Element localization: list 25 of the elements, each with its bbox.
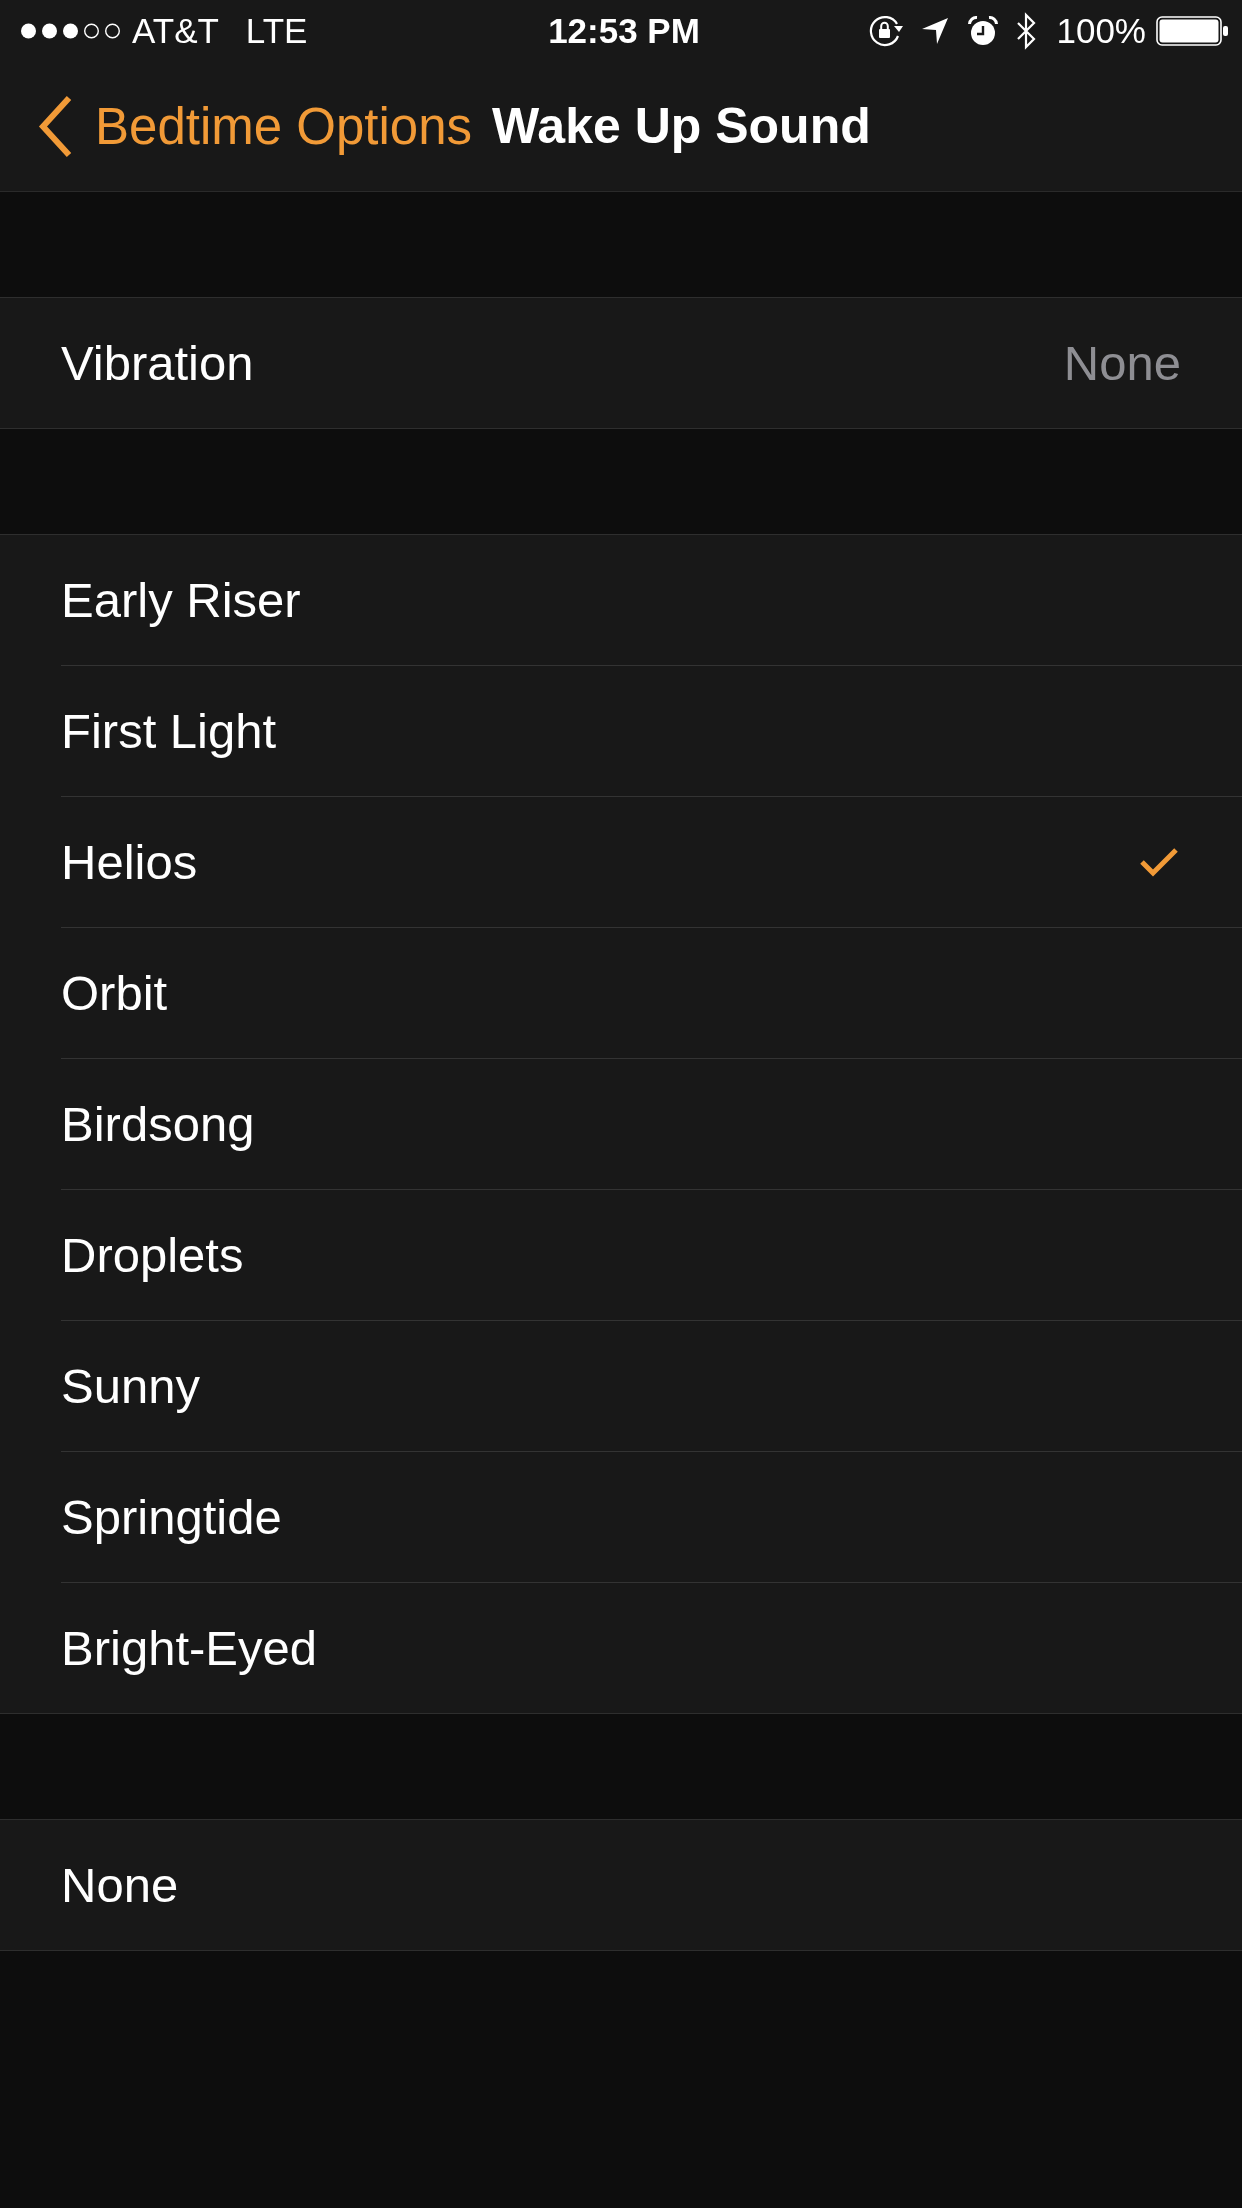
rotation-lock-icon [868, 15, 905, 47]
alarm-clock-icon [968, 16, 999, 46]
battery-icon [1156, 16, 1228, 46]
signal-strength-icon [20, 22, 122, 40]
sound-option[interactable]: Springtide [61, 1452, 1242, 1583]
sound-option[interactable]: First Light [61, 666, 1242, 797]
sound-option[interactable]: None [61, 1820, 1242, 1950]
clock-time: 12:53 PM [548, 11, 700, 51]
sound-option[interactable]: Bright-Eyed [61, 1583, 1242, 1713]
sound-option[interactable]: Helios [61, 797, 1242, 928]
screen-title: Wake Up Sound [492, 97, 871, 156]
sound-option[interactable]: Orbit [61, 928, 1242, 1059]
sound-option[interactable]: Sunny [61, 1321, 1242, 1452]
battery-percent: 100% [1056, 11, 1146, 51]
sound-option[interactable]: Droplets [61, 1190, 1242, 1321]
back-button[interactable]: Bedtime Options [37, 95, 473, 158]
location-arrow-icon [922, 18, 949, 44]
sound-option[interactable]: Birdsong [61, 1059, 1242, 1190]
carrier-name: AT&T [132, 11, 219, 51]
bluetooth-icon [1016, 12, 1037, 50]
setting-row[interactable]: Vibration None [61, 298, 1242, 428]
chevron-left-icon [37, 95, 73, 158]
sound-option[interactable]: Early Riser [61, 535, 1242, 666]
network-type: LTE [245, 11, 308, 51]
setting-value: None [1063, 335, 1181, 391]
